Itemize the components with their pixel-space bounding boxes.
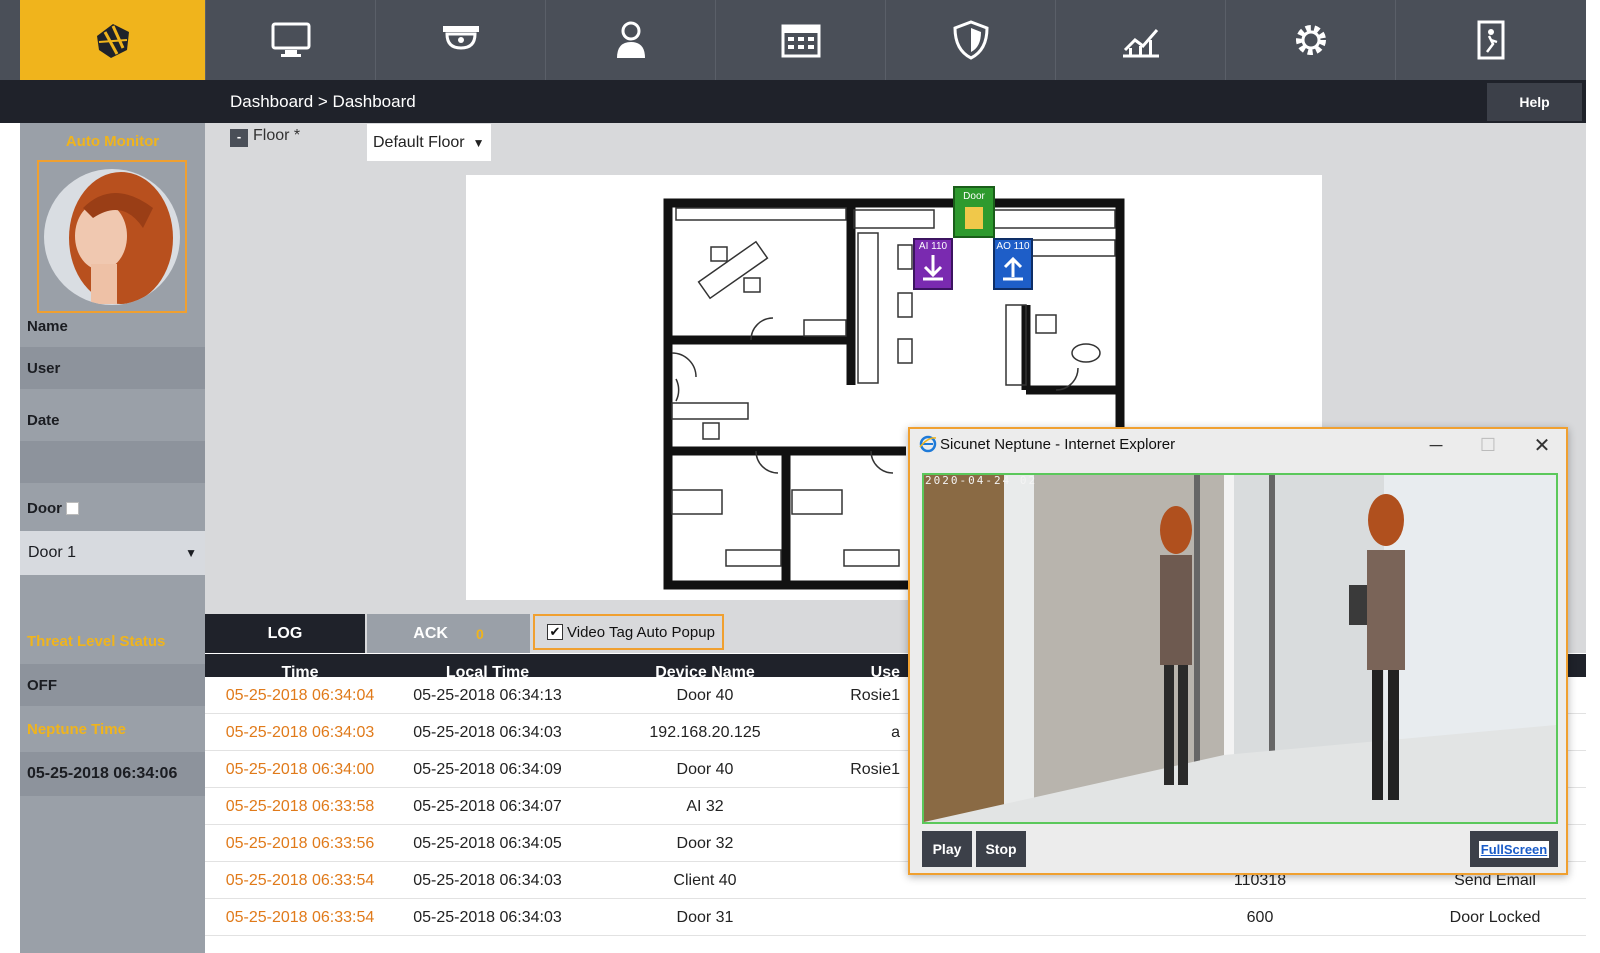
neptune-time-value: 05-25-2018 06:34:06 xyxy=(20,752,205,796)
floor-label: Floor * xyxy=(253,127,301,144)
door-label: Door xyxy=(27,499,62,517)
cell-user: Rosie1 xyxy=(850,760,900,778)
exit-icon xyxy=(1477,20,1505,60)
nav-logout[interactable] xyxy=(1395,0,1586,80)
nav-schedule[interactable] xyxy=(715,0,885,80)
close-icon[interactable]: ✕ xyxy=(1522,431,1562,459)
video-player[interactable] xyxy=(922,473,1558,824)
shield-icon xyxy=(952,20,989,60)
cell-time: 05-25-2018 06:34:03 xyxy=(225,723,375,741)
cell-local-time: 05-25-2018 06:34:07 xyxy=(413,797,562,815)
cell-user xyxy=(840,862,900,899)
camera-icon xyxy=(442,26,479,50)
minimize-icon[interactable]: ─ xyxy=(1416,431,1456,459)
cell-user xyxy=(840,788,900,825)
cell-device-name: Door 40 xyxy=(676,760,734,778)
cell-local-time: 05-25-2018 06:34:03 xyxy=(413,908,562,926)
breadcrumb: Dashboard > Dashboard xyxy=(230,92,416,111)
name-label: Name xyxy=(27,317,68,335)
neptune-time-label: Neptune Time xyxy=(27,720,126,738)
avatar xyxy=(37,160,187,313)
help-button[interactable]: Help xyxy=(1487,83,1582,121)
cell-time: 05-25-2018 06:33:56 xyxy=(225,834,375,852)
cell-time: 05-25-2018 06:33:54 xyxy=(225,908,375,926)
camera-feed-image xyxy=(924,475,1556,822)
chevron-down-icon: ▼ xyxy=(185,546,197,560)
door-select-value: Door 1 xyxy=(28,544,77,561)
nav-reports[interactable] xyxy=(1055,0,1225,80)
cell-time: 05-25-2018 06:34:04 xyxy=(225,686,375,704)
cell-device-name: Client 40 xyxy=(673,871,737,889)
floor-select[interactable]: Default Floor ▼ xyxy=(367,124,491,161)
cell-local-time: 05-25-2018 06:34:05 xyxy=(413,834,562,852)
fullscreen-label: FullScreen xyxy=(1478,840,1550,858)
page-edge xyxy=(1586,0,1600,953)
auto-monitor-title: Auto Monitor xyxy=(65,133,160,150)
tab-log[interactable]: LOG xyxy=(205,614,365,653)
floor-select-value: Default Floor xyxy=(373,133,465,151)
cell-local-time: 05-25-2018 06:34:13 xyxy=(413,686,562,704)
fullscreen-button[interactable]: FullScreen xyxy=(1470,831,1558,867)
date-label: Date xyxy=(27,411,60,429)
maximize-icon[interactable]: ☐ xyxy=(1468,431,1508,459)
date-value xyxy=(20,441,205,483)
app-logo[interactable] xyxy=(20,0,205,80)
name-value: User xyxy=(20,347,205,389)
nav-settings[interactable] xyxy=(1225,0,1395,80)
cell-time: 05-25-2018 06:34:00 xyxy=(225,760,375,778)
floor-collapse-button[interactable]: - xyxy=(230,129,248,147)
tab-ack[interactable]: ACK 0 xyxy=(367,614,530,653)
ao-tag-label: AO 110 xyxy=(996,241,1030,252)
cell-device-name: Door 32 xyxy=(676,834,734,852)
cell-code: 600 xyxy=(1246,908,1274,926)
cell-user xyxy=(840,899,900,936)
cell-user: a xyxy=(891,723,900,741)
gear-icon xyxy=(1295,25,1326,55)
cell-user: Rosie1 xyxy=(850,686,900,704)
cell-device-name: Door 31 xyxy=(676,908,734,926)
logo-icon xyxy=(96,24,129,58)
door-checkbox[interactable] xyxy=(66,501,79,515)
user-icon xyxy=(616,21,645,58)
video-tag-label: Video Tag Auto Popup xyxy=(567,623,715,641)
cell-device-name: Door 40 xyxy=(676,686,734,704)
door-filter: Door xyxy=(20,487,205,529)
table-row[interactable]: 05-25-2018 06:33:54 05-25-2018 06:34:03 Do… xyxy=(205,899,1586,936)
cell-action: Door Locked xyxy=(1449,908,1541,926)
door-select[interactable]: Door 1 ▼ xyxy=(20,531,205,575)
checkbox-icon[interactable]: ✔ xyxy=(547,624,563,640)
cell-user xyxy=(840,825,900,862)
threat-level-label: Threat Level Status xyxy=(27,632,166,650)
tab-ack-label: ACK xyxy=(413,624,448,642)
door-tag-label: Door xyxy=(963,191,985,202)
monitor-icon xyxy=(271,22,310,57)
nav-monitor[interactable] xyxy=(205,0,375,80)
cell-local-time: 05-25-2018 06:34:09 xyxy=(413,760,562,778)
cell-time: 05-25-2018 06:33:54 xyxy=(225,871,375,889)
chevron-down-icon: ▼ xyxy=(472,135,485,150)
cell-local-time: 05-25-2018 06:34:03 xyxy=(413,871,562,889)
nav-security[interactable] xyxy=(885,0,1055,80)
play-button[interactable]: Play xyxy=(922,831,972,867)
chart-icon xyxy=(1122,29,1159,58)
cell-device-name: AI 32 xyxy=(686,797,724,815)
cell-local-time: 05-25-2018 06:34:03 xyxy=(413,723,562,741)
nav-users[interactable] xyxy=(545,0,715,80)
cell-time: 05-25-2018 06:33:58 xyxy=(225,797,375,815)
cell-device-name: 192.168.20.125 xyxy=(649,723,761,741)
nav-camera[interactable] xyxy=(375,0,545,80)
video-tag-auto-popup[interactable]: ✔ Video Tag Auto Popup xyxy=(533,614,724,650)
ack-count-badge: 0 xyxy=(475,625,484,642)
calendar-icon xyxy=(781,24,820,58)
person-photo-icon xyxy=(44,168,180,305)
internet-explorer-icon xyxy=(919,435,937,453)
popup-title: Sicunet Neptune - Internet Explorer xyxy=(940,436,1176,453)
stop-button[interactable]: Stop xyxy=(976,831,1026,867)
threat-level-value: OFF xyxy=(20,664,205,706)
video-timestamp: 2020-04-24 02 xyxy=(925,474,1038,487)
ai-tag-label: AI 110 xyxy=(919,241,948,252)
